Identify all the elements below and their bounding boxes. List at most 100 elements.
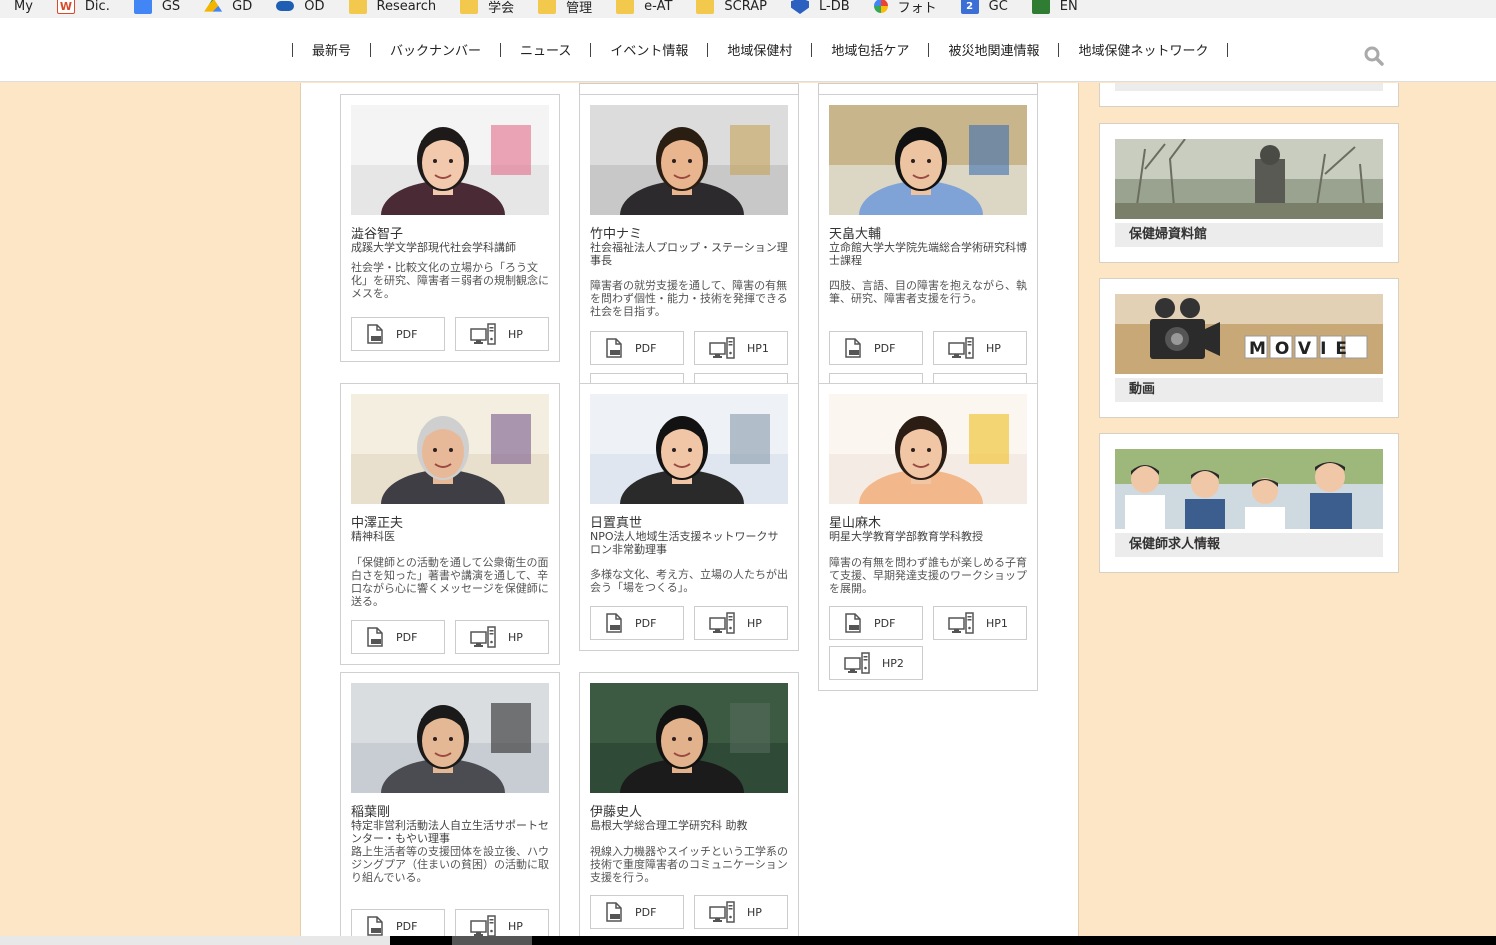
sidebar-box-jobs[interactable]: 保健師求人情報 [1099,433,1399,573]
profile-description: 視線入力機器やスイッチという工学系の技術で重度障害者のコミュニケーション支援を行… [590,845,788,884]
pdf-document-icon [830,338,874,358]
button-label: PDF [396,630,418,644]
bookmark-item[interactable]: EN [1031,0,1078,14]
bookmark-item[interactable]: GS [133,0,180,14]
bookmark-item[interactable]: W Dic. [56,0,110,14]
profile-description: 障害者の就労支援を通して、障害の有無を問わず個性・能力・技術を発揮できる社会を目… [590,279,788,318]
profile-description: 「保健師との活動を通して公衆衛生の面白さを知った」著書や講演を通して、辛口ながら… [351,556,549,608]
nav-item[interactable]: 地域保健ネットワーク [1059,40,1227,59]
search-icon[interactable] [1364,46,1384,66]
bookmark-item[interactable]: GD [204,0,252,14]
bookmark-item[interactable]: L-DB [790,0,850,14]
folder-icon [616,0,635,14]
profile-card: 澁谷智子 成蹊大学文学部現代社会学科講師 社会学・比較文化の立場から「ろう文化」を研… [340,94,560,362]
computer-icon [934,337,986,359]
pdf-button[interactable]: PDF [351,620,445,654]
profile-photo[interactable] [590,394,788,504]
bookmark-item[interactable]: フォト [873,0,937,16]
button-label: PDF [396,919,418,933]
profile-photo[interactable] [829,105,1027,215]
profile-name: 稲葉剛 [351,805,391,820]
profile-name: 伊藤史人 [590,805,643,820]
sidebar-label-video[interactable]: 動画 [1115,378,1383,402]
bookmark-item[interactable]: 2 GC [960,0,1008,14]
computer-icon [830,652,882,674]
homepage-button[interactable]: HP2 [829,646,923,680]
profile-name: 中澤正夫 [351,516,404,531]
w-icon: W [56,0,75,14]
nav-item[interactable]: 地域保健村 [708,40,811,59]
homepage-button[interactable]: HP [455,317,549,351]
nav-item[interactable]: 被災地関連情報 [929,40,1058,59]
pdf-button[interactable]: PDF [829,331,923,365]
bookmark-item[interactable]: SCRAP [696,0,767,14]
button-label: PDF [874,616,896,630]
nav-item[interactable]: バックナンバー [371,40,500,59]
computer-icon [695,901,747,923]
profile-affiliation: 明星大学教育学部教育学科教授 [829,530,983,543]
homepage-button[interactable]: HP [694,895,788,929]
homepage-button[interactable]: HP [933,331,1027,365]
sidebar-box-video[interactable]: MOVIE 動画 [1099,278,1399,418]
profile-card: 稲葉剛 特定非営利活動法人自立生活サポートセンター・もやい理事 路上生活者等の支援団… [340,672,560,945]
pdf-document-icon [591,613,635,633]
pdf-button[interactable]: PDF [351,317,445,351]
button-label: PDF [396,327,418,341]
profile-photo[interactable] [351,105,549,215]
sidebar-label-jobs[interactable]: 保健師求人情報 [1115,533,1383,557]
bookmark-item[interactable]: 学会 [460,0,514,16]
profile-card: 中澤正夫 精神科医 「保健師との活動を通して公衆衛生の面白さを知った」著書や講演を通… [340,383,560,665]
pdf-button[interactable]: PDF [590,331,684,365]
bookmark-item[interactable]: Research [348,0,437,14]
sidebar-box-partial [1099,83,1399,107]
button-label: HP [986,341,1001,355]
nav-item[interactable]: 最新号 [293,40,370,59]
bookmark-item[interactable]: 管理 [538,0,592,16]
pdf-document-icon [352,324,396,344]
homepage-button[interactable]: HP1 [694,331,788,365]
profile-card: 星山麻木 明星大学教育学部教育学科教授 障害の有無を問わず誰もが楽しめる子育て支援、… [818,383,1038,691]
video-photo: MOVIE [1115,294,1383,374]
button-label: HP2 [882,656,904,670]
button-label: HP [508,919,523,933]
sidebar-label-archive[interactable]: 保健婦資料館 [1115,223,1383,247]
bookmark-item[interactable]: OD [276,0,325,14]
profile-card: 天畠大輔 立命館大学大学院先端総合学術研究科博士課程 四肢、言語、目の障害を抱えなが… [818,94,1038,385]
profile-photo[interactable] [351,394,549,504]
profile-description: 路上生活者等の支援団体を設立後、ハウジングプア（住まいの貧困）の活動に取り組んで… [351,845,549,884]
pdf-document-icon [591,902,635,922]
bookmark-item[interactable]: My [14,0,33,14]
profile-photo[interactable] [829,394,1027,504]
bookmark-item[interactable]: e-AT [616,0,672,14]
bookmark-label: フォト [897,0,937,16]
nav-item[interactable]: ニュース [501,40,590,59]
homepage-button[interactable]: HP [455,620,549,654]
bottom-bar [0,936,390,945]
folder-icon [348,0,367,14]
button-label: HP [508,327,523,341]
bookmark-label: 学会 [488,0,515,16]
sidebar-box-archive[interactable]: 保健婦資料館 [1099,123,1399,263]
nav-separator [1227,42,1229,57]
nav-item[interactable]: 地域包括ケア [812,40,928,59]
profile-photo[interactable] [590,683,788,793]
button-label: PDF [635,616,657,630]
profile-name: 星山麻木 [829,516,882,531]
pdf-button[interactable]: PDF [829,606,923,640]
homepage-button[interactable]: HP1 [933,606,1027,640]
button-label: HP [747,905,762,919]
computer-icon [456,626,508,648]
homepage-button[interactable]: HP [694,606,788,640]
pdf-document-icon [352,627,396,647]
folder-icon [538,0,557,14]
profile-name: 澁谷智子 [351,227,404,242]
bookmark-label: SCRAP [724,0,767,14]
calendar-icon: 2 [960,0,979,14]
profile-photo[interactable] [590,105,788,215]
bookmark-label: Research [376,0,437,14]
nav-item[interactable]: イベント情報 [591,40,707,59]
profile-photo[interactable] [351,683,549,793]
pdf-button[interactable]: PDF [590,606,684,640]
pdf-button[interactable]: PDF [590,895,684,929]
pdf-document-icon [352,916,396,936]
